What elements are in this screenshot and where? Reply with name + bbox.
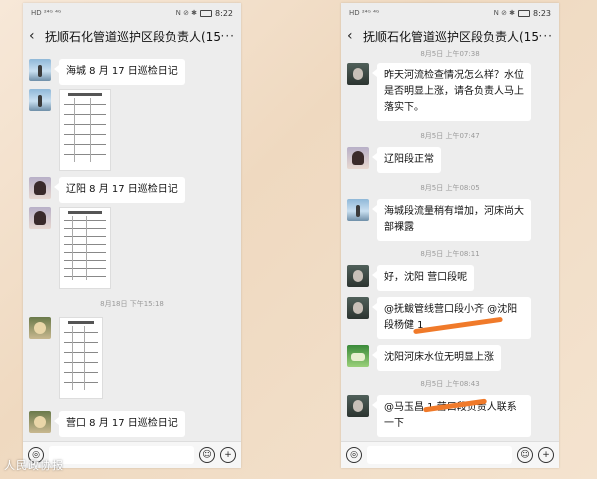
avatar[interactable] [29,207,51,229]
message-list[interactable]: 海城 8 月 17 日巡检日记 辽阳 8 月 17 日巡检日记 8月18日 下午… [23,49,241,442]
message-bubble[interactable]: 昨天河流检查情况怎么样？水位是否明显上涨，请各负责人马上落实下。 [372,63,531,121]
more-icon[interactable]: ··· [539,29,553,43]
timestamp: 8月5日 上午07:38 [420,50,480,58]
message-bubble[interactable]: 好，沈阳 营口段呢 [371,265,475,291]
document-image[interactable] [59,317,103,399]
message-bubble[interactable]: @抚鲅管线营口段小齐 @沈阳段杨健 1 [372,297,531,339]
avatar[interactable] [347,63,369,85]
message-bubble[interactable]: 营口 8 月 17 日巡检日记 [54,411,185,437]
message-row [29,207,111,289]
timestamp: 8月5日 上午08:43 [420,380,480,388]
message-row: 营口 8 月 17 日巡检日记 [29,411,185,437]
avatar[interactable] [29,89,51,111]
message-bubble[interactable]: 海城段流量稍有增加，河床尚大部裸露 [372,199,531,241]
message-input[interactable] [367,446,512,464]
chat-title: 抚顺石化管道巡护区段负责人(15) [363,29,539,44]
avatar[interactable] [29,177,51,199]
status-icons: N ⊘ ✱ [175,9,198,17]
avatar[interactable] [347,297,369,319]
status-icons: N ⊘ ✱ [493,9,516,17]
avatar[interactable] [29,411,51,433]
status-bar: HD ²⁴ᴳ ⁴ᴳ N ⊘ ✱ 8:22 [23,3,241,23]
timestamp: 8月18日 下午15:18 [100,300,164,308]
message-input[interactable] [49,446,194,464]
clock: 8:22 [215,8,233,18]
more-icon[interactable]: ··· [221,29,235,43]
watermark: 人民政协报 [4,459,64,472]
message-row: @抚鲅管线营口段小齐 @沈阳段杨健 1 [347,297,531,339]
message-bubble[interactable]: 沈阳河床水位无明显上涨 [372,345,501,371]
avatar[interactable] [29,317,51,339]
input-bar: ◎ ☺ + [341,441,559,468]
back-arrow-icon[interactable]: ‹ [29,28,43,44]
emoji-icon[interactable]: ☺ [199,447,215,463]
message-list[interactable]: 8月5日 上午07:38 昨天河流检查情况怎么样？水位是否明显上涨，请各负责人马… [341,49,559,442]
timestamp: 8月5日 上午08:05 [420,184,480,192]
message-row: 昨天河流检查情况怎么样？水位是否明显上涨，请各负责人马上落实下。 [347,63,531,121]
message-row: 海城 8 月 17 日巡检日记 [29,59,185,85]
avatar[interactable] [29,59,51,81]
chat-screen-right: HD ²⁴ᴳ ⁴ᴳ N ⊘ ✱ 8:23 ‹ 抚顺石化管道巡护区段负责人(15)… [341,3,559,468]
document-image[interactable] [59,207,111,289]
chat-header: ‹ 抚顺石化管道巡护区段负责人(15) ··· [341,23,559,49]
voice-icon[interactable]: ◎ [346,447,362,463]
avatar[interactable] [347,395,369,417]
message-row: 辽阳段正常 [347,147,441,173]
message-row [29,89,111,171]
message-row: 辽阳 8 月 17 日巡检日记 [29,177,185,203]
battery-icon [200,9,213,17]
add-icon[interactable]: + [538,447,554,463]
message-bubble[interactable]: 辽阳 8 月 17 日巡检日记 [54,177,185,203]
chat-title: 抚顺石化管道巡护区段负责人(15) [45,29,221,44]
signal-icon: HD ²⁴ᴳ ⁴ᴳ [31,9,62,17]
back-arrow-icon[interactable]: ‹ [347,28,361,44]
chat-header: ‹ 抚顺石化管道巡护区段负责人(15) ··· [23,23,241,49]
avatar[interactable] [347,345,369,367]
signal-icon: HD ²⁴ᴳ ⁴ᴳ [349,9,380,17]
status-bar: HD ²⁴ᴳ ⁴ᴳ N ⊘ ✱ 8:23 [341,3,559,23]
add-icon[interactable]: + [220,447,236,463]
avatar[interactable] [347,147,369,169]
message-bubble[interactable]: 海城 8 月 17 日巡检日记 [54,59,185,85]
message-row [29,317,103,399]
emoji-icon[interactable]: ☺ [517,447,533,463]
timestamp: 8月5日 上午07:47 [420,132,480,140]
message-row: @马玉昌 1 营口段负责人联系一下 [347,395,531,437]
message-row: 好，沈阳 营口段呢 [347,265,475,291]
clock: 8:23 [533,8,551,18]
message-row: 海城段流量稍有增加，河床尚大部裸露 [347,199,531,241]
avatar[interactable] [347,265,369,287]
avatar[interactable] [347,199,369,221]
document-image[interactable] [59,89,111,171]
message-row: 沈阳河床水位无明显上涨 [347,345,501,371]
timestamp: 8月5日 上午08:11 [420,250,480,258]
message-bubble[interactable]: @马玉昌 1 营口段负责人联系一下 [372,395,531,437]
battery-icon [518,9,531,17]
chat-screen-left: HD ²⁴ᴳ ⁴ᴳ N ⊘ ✱ 8:22 ‹ 抚顺石化管道巡护区段负责人(15)… [23,3,241,468]
message-bubble[interactable]: 辽阳段正常 [372,147,441,173]
